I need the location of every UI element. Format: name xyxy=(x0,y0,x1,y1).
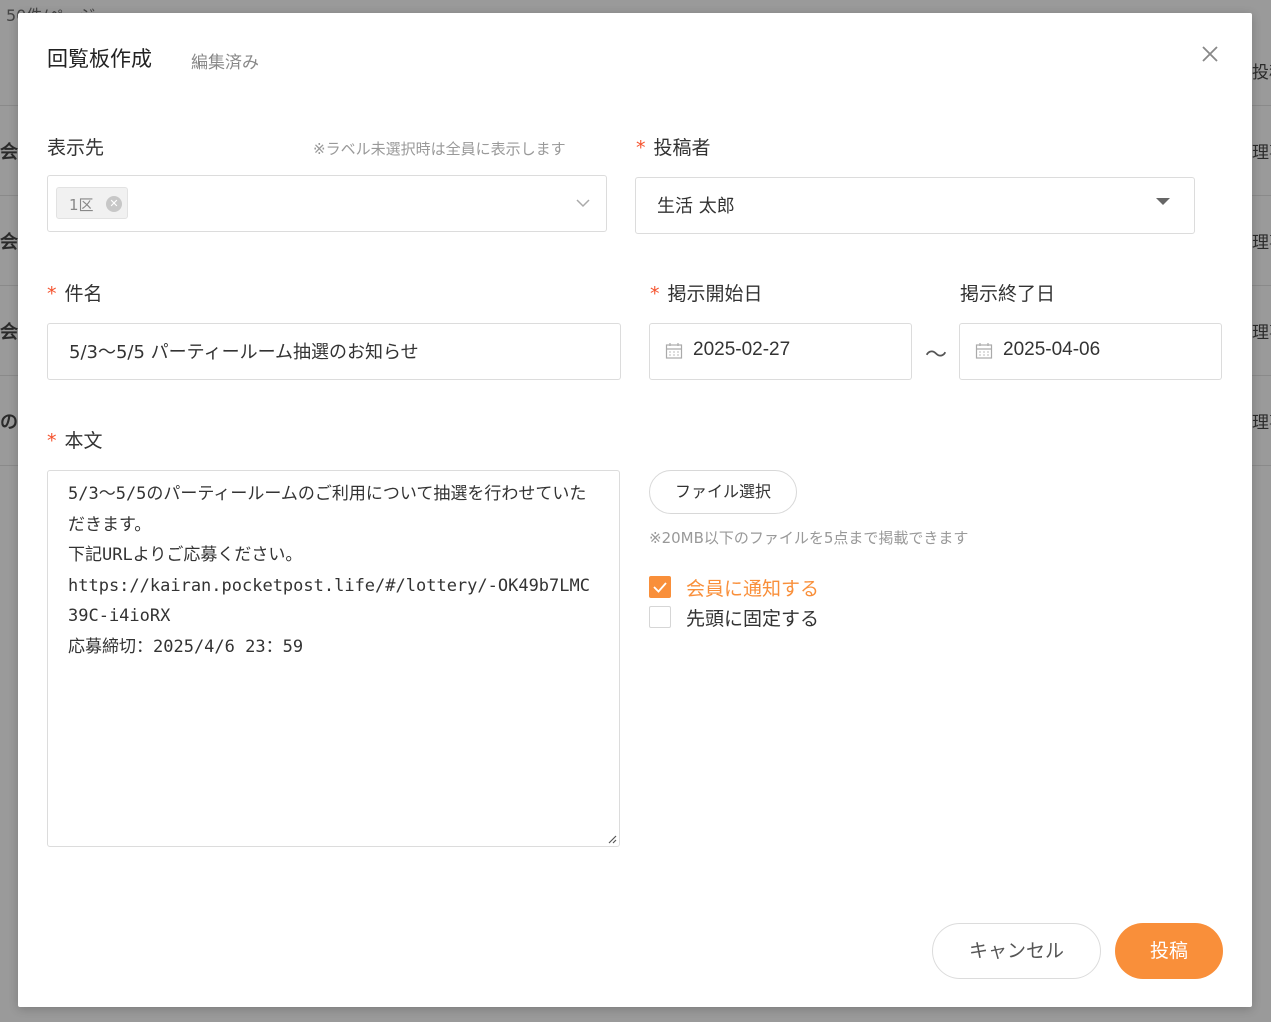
body-line: https://kairan.pocketpost.life/#/lottery… xyxy=(68,575,590,627)
display-target-label: 表示先 xyxy=(47,137,105,159)
poster-value: 生活 太郎 xyxy=(657,196,735,217)
selected-tag: 1区 ✕ xyxy=(56,187,128,219)
resize-handle-icon[interactable] xyxy=(607,834,617,844)
file-limit-hint: ※20MB以下のファイルを5点まで掲載できます xyxy=(649,529,969,547)
row-poster-fragment: 理事 xyxy=(1252,233,1271,253)
required-mark: * xyxy=(650,283,660,305)
display-target-hint: ※ラベル未選択時は全員に表示します xyxy=(313,140,566,158)
body-label: * 本文 xyxy=(47,426,103,453)
pin-checkbox[interactable] xyxy=(649,606,671,628)
column-header-fragment: 投稿 xyxy=(1252,63,1271,83)
checkmark-icon xyxy=(653,582,667,593)
close-icon xyxy=(1202,46,1218,62)
chevron-down-icon xyxy=(576,199,590,208)
pin-label: 先頭に固定する xyxy=(686,608,820,630)
post-button[interactable]: 投稿 xyxy=(1115,923,1223,979)
date-range-separator: 〜 xyxy=(925,343,948,368)
row-poster-fragment: 理事 xyxy=(1252,143,1271,163)
row-poster-fragment: 理事 xyxy=(1252,323,1271,343)
edit-status: 編集済み xyxy=(191,53,259,73)
tag-label: 1区 xyxy=(69,196,94,214)
body-line: 応募締切：2025/4/6 23：59 xyxy=(68,636,304,657)
required-mark: * xyxy=(636,137,646,159)
display-target-select[interactable]: 1区 ✕ xyxy=(47,175,607,232)
end-date-picker[interactable]: 2025-04-06 xyxy=(959,323,1222,380)
required-mark: * xyxy=(47,430,57,452)
cancel-button[interactable]: キャンセル xyxy=(932,923,1101,979)
dialog-title: 回覧板作成 xyxy=(47,47,152,71)
body-line: 5/3〜5/5のパーティールームのご利用について抽選を行わせていただきます。 xyxy=(68,484,587,535)
body-label-text: 本文 xyxy=(64,430,103,452)
start-date-label: * 掲示開始日 xyxy=(650,279,763,306)
close-button[interactable] xyxy=(1198,42,1222,66)
end-date-value: 2025-04-06 xyxy=(1003,339,1101,360)
pin-to-top-option[interactable]: 先頭に固定する xyxy=(649,604,849,632)
start-date-label-text: 掲示開始日 xyxy=(667,283,763,305)
subject-label: * 件名 xyxy=(47,279,103,306)
row-title-fragment: のお xyxy=(0,412,18,433)
calendar-icon xyxy=(665,343,683,359)
calendar-icon xyxy=(975,343,993,359)
body-textarea[interactable]: 5/3〜5/5のパーティールームのご利用について抽選を行わせていただきます。下記… xyxy=(47,470,620,847)
notify-label: 会員に通知する xyxy=(686,578,820,600)
poster-label-text: 投稿者 xyxy=(653,137,711,159)
row-title-fragment: 会の xyxy=(0,142,18,163)
remove-tag-icon[interactable]: ✕ xyxy=(106,196,122,212)
notify-checkbox[interactable] xyxy=(649,576,671,598)
subject-input[interactable]: 5/3〜5/5 パーティールーム抽選のお知らせ xyxy=(47,323,621,380)
row-title-fragment: 会の xyxy=(0,322,18,343)
subject-label-text: 件名 xyxy=(64,283,103,305)
row-poster-fragment: 理事 xyxy=(1252,413,1271,433)
body-line: 下記URLよりご応募ください。 xyxy=(68,545,303,565)
end-date-label: 掲示終了日 xyxy=(960,283,1056,305)
start-date-picker[interactable]: 2025-02-27 xyxy=(649,323,912,380)
create-circular-dialog: 回覧板作成 編集済み 表示先 ※ラベル未選択時は全員に表示します 1区 ✕ * 投… xyxy=(18,13,1252,1007)
file-select-button[interactable]: ファイル選択 xyxy=(649,470,797,514)
start-date-value: 2025-02-27 xyxy=(693,339,791,360)
poster-select[interactable]: 生活 太郎 xyxy=(635,177,1195,234)
poster-label: * 投稿者 xyxy=(636,133,711,160)
notify-members-option[interactable]: 会員に通知する xyxy=(649,574,849,602)
caret-down-icon xyxy=(1156,198,1170,205)
required-mark: * xyxy=(47,283,57,305)
row-title-fragment: 会の xyxy=(0,232,18,253)
subject-value: 5/3〜5/5 パーティールーム抽選のお知らせ xyxy=(69,342,419,363)
